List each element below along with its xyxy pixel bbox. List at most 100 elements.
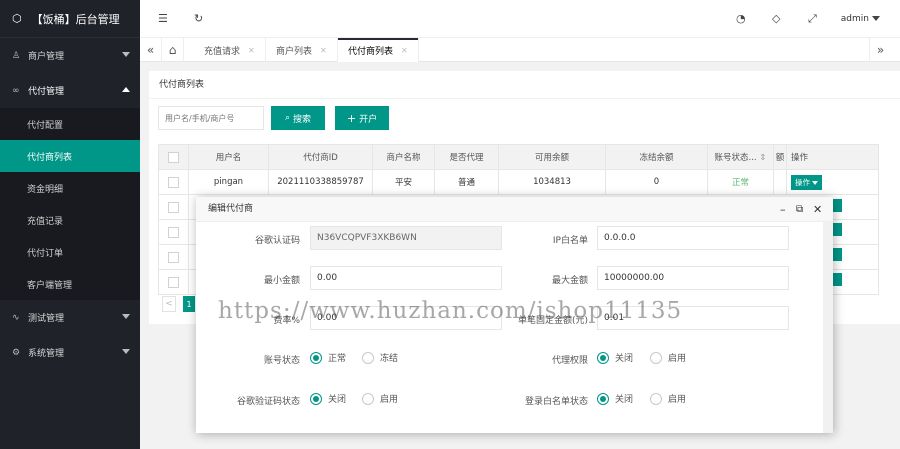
table-header-row: 用户名 代付商ID 商户名称 是否代理 可用余额 冻结余额 账号状态... ⇕ … xyxy=(158,144,879,170)
tab-label: 代付商列表 xyxy=(348,46,394,57)
close-icon[interactable]: ✕ xyxy=(248,46,255,55)
col-agent[interactable]: 是否代理 xyxy=(434,144,499,170)
sidebar-item-payout-order[interactable]: 代付订单 xyxy=(0,236,140,268)
sidebar-group-system[interactable]: ⚙ 系统管理 xyxy=(0,335,140,370)
login-whitelist-on-radio[interactable]: 启用 xyxy=(650,392,686,405)
app-logo[interactable]: ⬡ 【饭桶】后台管理 xyxy=(0,0,140,38)
col-status-label: 账号状态... xyxy=(714,153,757,163)
user-icon: ♙ xyxy=(12,50,21,61)
account-status-frozen-radio[interactable]: 冻结 xyxy=(362,351,398,364)
row-checkbox-cell xyxy=(158,169,189,195)
modal-scrollbar[interactable] xyxy=(823,222,833,433)
google-auth-off-radio[interactable]: 关闭 xyxy=(310,392,346,405)
ip-whitelist-label: IP白名单 xyxy=(552,236,588,246)
minimize-icon[interactable]: – xyxy=(780,197,786,222)
col-id[interactable]: 代付商ID xyxy=(268,144,373,170)
refresh-icon[interactable]: ↻ xyxy=(194,12,203,25)
fixed-amount-field[interactable]: 0.01 xyxy=(597,306,789,330)
tab-recharge-request[interactable]: 充值请求 ✕ xyxy=(194,38,266,62)
plus-icon: + xyxy=(346,111,357,125)
cell-agent: 普通 xyxy=(434,169,499,195)
radio-label: 关闭 xyxy=(615,395,634,405)
google-code-field[interactable]: N36VCQPVF3XKB6WN xyxy=(310,226,502,250)
caret-down-icon xyxy=(812,180,818,185)
cell-operation: 操作 xyxy=(786,169,879,195)
rate-field[interactable]: 0.00 xyxy=(310,306,502,330)
col-frozen[interactable]: 冻结余额 xyxy=(605,144,708,170)
tab-payout-list[interactable]: 代付商列表 ✕ xyxy=(338,38,419,62)
account-status-normal-radio[interactable]: 正常 xyxy=(310,351,346,364)
tab-scroll-left-icon[interactable]: « xyxy=(140,38,162,62)
sidebar-group-label: 测试管理 xyxy=(28,314,65,324)
radio-label: 关闭 xyxy=(328,395,347,405)
open-account-label: 开户 xyxy=(359,114,378,125)
min-amount-label: 最小金额 xyxy=(263,276,300,286)
radio-dot-icon xyxy=(650,392,662,405)
sidebar-group-test[interactable]: ∿ 测试管理 xyxy=(0,300,140,335)
min-amount-field[interactable]: 0.00 xyxy=(310,266,502,290)
proxy-permission-off-radio[interactable]: 关闭 xyxy=(597,351,633,364)
google-auth-on-radio[interactable]: 启用 xyxy=(362,392,398,405)
open-account-button[interactable]: + 开户 xyxy=(335,106,389,130)
cell-quota xyxy=(773,169,787,195)
sidebar-item-recharge-record[interactable]: 充值记录 xyxy=(0,204,140,236)
account-status-label: 账号状态 xyxy=(263,356,300,366)
proxy-permission-on-radio[interactable]: 启用 xyxy=(650,351,686,364)
row-checkbox[interactable] xyxy=(168,276,179,288)
row-checkbox[interactable] xyxy=(168,251,179,263)
pulse-icon: ∿ xyxy=(12,312,20,323)
sidebar-item-payout-config[interactable]: 代付配置 xyxy=(0,108,140,140)
caret-down-icon xyxy=(872,16,880,21)
search-icon: ⌕ xyxy=(284,113,291,123)
edit-payout-modal: 编辑代付商 – ⧉ ✕ 谷歌认证码 N36VCQPVF3XKB6WN IP白名单… xyxy=(196,197,833,433)
sidebar-group-payout[interactable]: ∞ 代付管理 xyxy=(0,73,140,108)
sidebar-item-fund-detail[interactable]: 资金明细 xyxy=(0,172,140,204)
row-checkbox[interactable] xyxy=(168,226,179,238)
max-amount-field[interactable]: 10000000.00 xyxy=(597,266,789,290)
row-checkbox[interactable] xyxy=(168,176,179,188)
sidebar-item-client-manage[interactable]: 客户端管理 xyxy=(0,268,140,300)
google-code-label: 谷歌认证码 xyxy=(254,236,300,246)
pager-prev-button[interactable]: < xyxy=(162,296,176,312)
max-amount-label: 最大金额 xyxy=(551,276,588,286)
sidebar: ⬡ 【饭桶】后台管理 ♙ 商户管理 ∞ 代付管理 代付配置 代付商列表 资金明细… xyxy=(0,0,140,449)
col-username[interactable]: 用户名 xyxy=(188,144,269,170)
operation-dropdown-button[interactable]: 操作 xyxy=(791,174,822,190)
user-menu[interactable]: admin xyxy=(841,14,880,24)
col-quota[interactable]: 额 xyxy=(773,144,787,170)
row-checkbox-cell xyxy=(158,244,189,270)
login-whitelist-off-radio[interactable]: 关闭 xyxy=(597,392,633,405)
col-status[interactable]: 账号状态... ⇕ xyxy=(707,144,774,170)
tab-merchant-list[interactable]: 商户列表 ✕ xyxy=(266,38,338,62)
search-input[interactable] xyxy=(158,106,264,130)
pager-current-page[interactable]: 1 xyxy=(183,296,195,312)
google-auth-status-label: 谷歌验证码状态 xyxy=(236,397,300,407)
radio-dot-icon xyxy=(310,351,322,364)
close-icon[interactable]: ✕ xyxy=(401,46,408,55)
close-icon[interactable]: ✕ xyxy=(813,197,822,222)
cell-status: 正常 xyxy=(707,169,774,195)
tab-bar: « ⌂ 充值请求 ✕ 商户列表 ✕ 代付商列表 ✕ » xyxy=(140,38,900,62)
radio-label: 正常 xyxy=(328,354,347,364)
shrink-menu-icon[interactable]: ☰ xyxy=(158,12,168,25)
row-checkbox[interactable] xyxy=(168,201,179,213)
radio-dot-icon xyxy=(362,392,374,405)
ip-whitelist-field[interactable]: 0.0.0.0 xyxy=(597,226,789,250)
close-icon[interactable]: ✕ xyxy=(320,46,327,55)
sidebar-item-payout-list[interactable]: 代付商列表 xyxy=(0,140,140,172)
theme-icon[interactable]: ◔ xyxy=(736,12,746,25)
tab-label: 商户列表 xyxy=(276,46,313,57)
maximize-icon[interactable]: ⧉ xyxy=(796,197,803,222)
radio-dot-icon xyxy=(597,392,609,405)
tag-icon[interactable]: ◇ xyxy=(772,12,780,25)
search-button[interactable]: ⌕ 搜索 xyxy=(271,106,325,130)
radio-label: 启用 xyxy=(668,354,687,364)
tab-scroll-right-icon[interactable]: » xyxy=(869,38,891,62)
col-name[interactable]: 商户名称 xyxy=(372,144,435,170)
select-all-checkbox[interactable] xyxy=(168,151,179,163)
col-balance[interactable]: 可用余额 xyxy=(498,144,606,170)
fullscreen-icon[interactable]: ⤢ xyxy=(808,12,817,26)
radio-dot-icon xyxy=(650,351,662,364)
sidebar-group-merchant[interactable]: ♙ 商户管理 xyxy=(0,38,140,73)
home-icon[interactable]: ⌂ xyxy=(162,38,184,62)
